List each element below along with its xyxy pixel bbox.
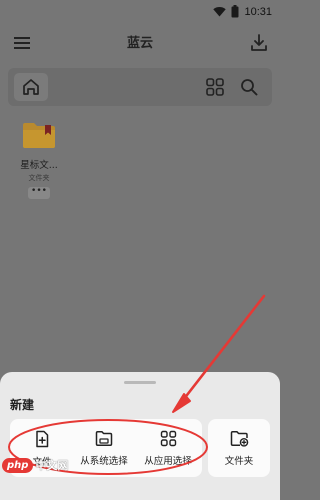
option-label: 从应用选择	[144, 456, 192, 467]
file-name: 星标文...	[20, 160, 58, 171]
apps-grid-icon	[160, 430, 176, 447]
path-toolbar	[8, 68, 272, 106]
watermark: php 中文网	[2, 454, 68, 476]
download-button[interactable]	[248, 32, 270, 54]
folder-star-icon	[21, 120, 57, 150]
home-button[interactable]	[14, 73, 48, 101]
file-type: 文件夹	[28, 174, 50, 182]
new-item-sheet: 新建 文件 从系统选择 从应用选择 文件夹	[0, 372, 280, 500]
app-bar: 蓝云	[0, 24, 280, 64]
home-icon	[23, 79, 39, 95]
watermark-php: php	[2, 457, 34, 473]
grid-view-button[interactable]	[204, 76, 226, 98]
watermark-text: 中文网	[35, 459, 69, 472]
wifi-icon	[213, 7, 227, 17]
grid-view-icon	[206, 78, 224, 96]
battery-icon	[231, 5, 239, 18]
more-icon: •••	[31, 186, 47, 196]
search-icon	[241, 79, 258, 96]
sheet-title: 新建	[10, 398, 35, 412]
app-select-option[interactable]: 从应用选择	[136, 419, 200, 477]
status-bar: 10:31	[0, 0, 280, 24]
sheet-drag-handle[interactable]	[124, 381, 156, 384]
search-button[interactable]	[238, 76, 260, 98]
new-folder-icon	[230, 431, 248, 447]
new-file-icon	[36, 430, 49, 448]
status-time: 10:31	[244, 5, 272, 18]
new-folder-option[interactable]: 文件夹	[208, 419, 270, 477]
folder-item-starred[interactable]: 星标文... 文件夹 •••	[16, 120, 62, 199]
option-label: 从系统选择	[80, 456, 128, 467]
system-folder-icon	[95, 431, 113, 446]
option-label: 文件夹	[224, 456, 254, 467]
page-title: 蓝云	[126, 36, 153, 51]
more-options-button[interactable]: •••	[28, 187, 50, 199]
system-select-option[interactable]: 从系统选择	[72, 419, 136, 477]
download-icon	[251, 34, 267, 51]
